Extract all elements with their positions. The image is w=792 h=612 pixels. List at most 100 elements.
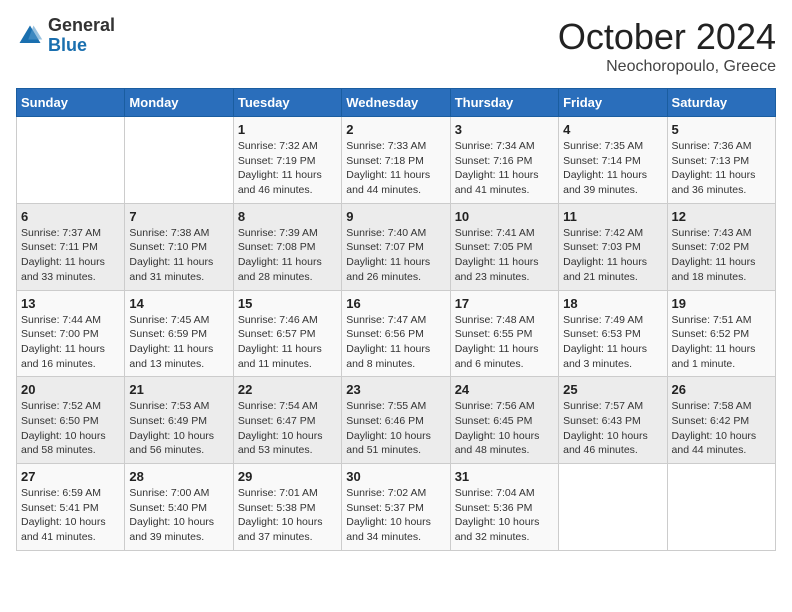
calendar-cell: 16 Sunrise: 7:47 AMSunset: 6:56 PMDayligh… bbox=[342, 290, 450, 377]
calendar-cell: 31Sunrise: 7:04 AMSunset: 5:36 PMDayligh… bbox=[450, 464, 558, 551]
calendar-cell: 23 Sunrise: 7:55 AMSunset: 6:46 PMDayligh… bbox=[342, 377, 450, 464]
day-number: 1 bbox=[238, 122, 337, 137]
weekday-header-monday: Monday bbox=[125, 89, 233, 117]
day-info: Sunrise: 7:33 AMSunset: 7:18 PMDaylight:… bbox=[346, 139, 445, 198]
calendar-cell: 7 Sunrise: 7:38 AMSunset: 7:10 PMDaylight… bbox=[125, 203, 233, 290]
day-info: Sunrise: 7:58 AMSunset: 6:42 PMDaylight:… bbox=[672, 399, 771, 458]
calendar-cell: 5Sunrise: 7:36 AMSunset: 7:13 PMDaylight… bbox=[667, 117, 775, 204]
day-number: 2 bbox=[346, 122, 445, 137]
calendar-cell: 22Sunrise: 7:54 AMSunset: 6:47 PMDayligh… bbox=[233, 377, 341, 464]
day-info: Sunrise: 7:45 AMSunset: 6:59 PMDaylight:… bbox=[129, 313, 228, 372]
day-info: Sunrise: 7:47 AMSunset: 6:56 PMDaylight:… bbox=[346, 313, 445, 372]
day-number: 8 bbox=[238, 209, 337, 224]
day-number: 18 bbox=[563, 296, 662, 311]
day-number: 4 bbox=[563, 122, 662, 137]
calendar-cell: 4 Sunrise: 7:35 AMSunset: 7:14 PMDaylight… bbox=[559, 117, 667, 204]
day-info: Sunrise: 7:51 AMSunset: 6:52 PMDaylight:… bbox=[672, 313, 771, 372]
calendar-cell: 21 Sunrise: 7:53 AMSunset: 6:49 PMDayligh… bbox=[125, 377, 233, 464]
logo-blue: Blue bbox=[48, 35, 87, 55]
calendar-cell bbox=[17, 117, 125, 204]
day-info: Sunrise: 7:38 AMSunset: 7:10 PMDaylight:… bbox=[129, 226, 228, 285]
day-number: 10 bbox=[455, 209, 554, 224]
weekday-header-saturday: Saturday bbox=[667, 89, 775, 117]
weekday-header-friday: Friday bbox=[559, 89, 667, 117]
day-info: Sunrise: 7:48 AMSunset: 6:55 PMDaylight:… bbox=[455, 313, 554, 372]
day-info: Sunrise: 7:37 AMSunset: 7:11 PMDaylight:… bbox=[21, 226, 120, 285]
day-number: 26 bbox=[672, 382, 771, 397]
calendar-cell: 14 Sunrise: 7:45 AMSunset: 6:59 PMDayligh… bbox=[125, 290, 233, 377]
weekday-header-wednesday: Wednesday bbox=[342, 89, 450, 117]
day-number: 7 bbox=[129, 209, 228, 224]
calendar-cell: 29Sunrise: 7:01 AMSunset: 5:38 PMDayligh… bbox=[233, 464, 341, 551]
calendar-cell: 24 Sunrise: 7:56 AMSunset: 6:45 PMDayligh… bbox=[450, 377, 558, 464]
calendar-cell: 13 Sunrise: 7:44 AMSunset: 7:00 PMDayligh… bbox=[17, 290, 125, 377]
weekday-header-tuesday: Tuesday bbox=[233, 89, 341, 117]
calendar-cell: 2 Sunrise: 7:33 AMSunset: 7:18 PMDaylight… bbox=[342, 117, 450, 204]
calendar-cell: 27 Sunrise: 6:59 AMSunset: 5:41 PMDayligh… bbox=[17, 464, 125, 551]
day-info: Sunrise: 7:55 AMSunset: 6:46 PMDaylight:… bbox=[346, 399, 445, 458]
week-row-2: 6 Sunrise: 7:37 AMSunset: 7:11 PMDaylight… bbox=[17, 203, 776, 290]
day-number: 28 bbox=[129, 469, 228, 484]
calendar-cell: 3Sunrise: 7:34 AMSunset: 7:16 PMDaylight… bbox=[450, 117, 558, 204]
day-info: Sunrise: 7:46 AMSunset: 6:57 PMDaylight:… bbox=[238, 313, 337, 372]
day-info: Sunrise: 7:56 AMSunset: 6:45 PMDaylight:… bbox=[455, 399, 554, 458]
day-info: Sunrise: 7:02 AMSunset: 5:37 PMDaylight:… bbox=[346, 486, 445, 545]
day-number: 13 bbox=[21, 296, 120, 311]
day-number: 27 bbox=[21, 469, 120, 484]
day-info: Sunrise: 7:42 AMSunset: 7:03 PMDaylight:… bbox=[563, 226, 662, 285]
day-info: Sunrise: 7:54 AMSunset: 6:47 PMDaylight:… bbox=[238, 399, 337, 458]
week-row-4: 20Sunrise: 7:52 AMSunset: 6:50 PMDayligh… bbox=[17, 377, 776, 464]
day-info: Sunrise: 7:36 AMSunset: 7:13 PMDaylight:… bbox=[672, 139, 771, 198]
calendar-cell: 26 Sunrise: 7:58 AMSunset: 6:42 PMDayligh… bbox=[667, 377, 775, 464]
calendar-header: SundayMondayTuesdayWednesdayThursdayFrid… bbox=[17, 89, 776, 117]
logo: General Blue bbox=[16, 16, 115, 56]
day-number: 25 bbox=[563, 382, 662, 397]
day-info: Sunrise: 7:40 AMSunset: 7:07 PMDaylight:… bbox=[346, 226, 445, 285]
day-number: 14 bbox=[129, 296, 228, 311]
week-row-5: 27 Sunrise: 6:59 AMSunset: 5:41 PMDayligh… bbox=[17, 464, 776, 551]
calendar-cell: 20Sunrise: 7:52 AMSunset: 6:50 PMDayligh… bbox=[17, 377, 125, 464]
day-info: Sunrise: 7:44 AMSunset: 7:00 PMDaylight:… bbox=[21, 313, 120, 372]
day-info: Sunrise: 7:41 AMSunset: 7:05 PMDaylight:… bbox=[455, 226, 554, 285]
day-number: 30 bbox=[346, 469, 445, 484]
day-info: Sunrise: 6:59 AMSunset: 5:41 PMDaylight:… bbox=[21, 486, 120, 545]
month-title: October 2024 bbox=[558, 16, 776, 58]
weekday-header-row: SundayMondayTuesdayWednesdayThursdayFrid… bbox=[17, 89, 776, 117]
calendar-cell: 1Sunrise: 7:32 AMSunset: 7:19 PMDaylight… bbox=[233, 117, 341, 204]
calendar-cell bbox=[125, 117, 233, 204]
day-info: Sunrise: 7:52 AMSunset: 6:50 PMDaylight:… bbox=[21, 399, 120, 458]
day-info: Sunrise: 7:00 AMSunset: 5:40 PMDaylight:… bbox=[129, 486, 228, 545]
day-number: 9 bbox=[346, 209, 445, 224]
day-number: 6 bbox=[21, 209, 120, 224]
day-info: Sunrise: 7:57 AMSunset: 6:43 PMDaylight:… bbox=[563, 399, 662, 458]
day-info: Sunrise: 7:43 AMSunset: 7:02 PMDaylight:… bbox=[672, 226, 771, 285]
day-info: Sunrise: 7:35 AMSunset: 7:14 PMDaylight:… bbox=[563, 139, 662, 198]
day-number: 29 bbox=[238, 469, 337, 484]
week-row-1: 1Sunrise: 7:32 AMSunset: 7:19 PMDaylight… bbox=[17, 117, 776, 204]
calendar-cell: 6 Sunrise: 7:37 AMSunset: 7:11 PMDaylight… bbox=[17, 203, 125, 290]
logo-general: General bbox=[48, 15, 115, 35]
calendar-cell: 9 Sunrise: 7:40 AMSunset: 7:07 PMDaylight… bbox=[342, 203, 450, 290]
day-info: Sunrise: 7:53 AMSunset: 6:49 PMDaylight:… bbox=[129, 399, 228, 458]
day-info: Sunrise: 7:39 AMSunset: 7:08 PMDaylight:… bbox=[238, 226, 337, 285]
calendar-table: SundayMondayTuesdayWednesdayThursdayFrid… bbox=[16, 88, 776, 551]
logo-icon bbox=[16, 22, 44, 50]
week-row-3: 13 Sunrise: 7:44 AMSunset: 7:00 PMDayligh… bbox=[17, 290, 776, 377]
calendar-cell bbox=[559, 464, 667, 551]
day-number: 23 bbox=[346, 382, 445, 397]
day-number: 19 bbox=[672, 296, 771, 311]
day-info: Sunrise: 7:04 AMSunset: 5:36 PMDaylight:… bbox=[455, 486, 554, 545]
day-number: 17 bbox=[455, 296, 554, 311]
day-number: 15 bbox=[238, 296, 337, 311]
day-number: 21 bbox=[129, 382, 228, 397]
day-number: 3 bbox=[455, 122, 554, 137]
calendar-cell: 28 Sunrise: 7:00 AMSunset: 5:40 PMDayligh… bbox=[125, 464, 233, 551]
location-title: Neochoropoulo, Greece bbox=[558, 58, 776, 76]
day-number: 24 bbox=[455, 382, 554, 397]
weekday-header-sunday: Sunday bbox=[17, 89, 125, 117]
day-number: 12 bbox=[672, 209, 771, 224]
day-number: 16 bbox=[346, 296, 445, 311]
calendar-cell: 15 Sunrise: 7:46 AMSunset: 6:57 PMDayligh… bbox=[233, 290, 341, 377]
calendar-cell: 8 Sunrise: 7:39 AMSunset: 7:08 PMDaylight… bbox=[233, 203, 341, 290]
calendar-cell: 25 Sunrise: 7:57 AMSunset: 6:43 PMDayligh… bbox=[559, 377, 667, 464]
